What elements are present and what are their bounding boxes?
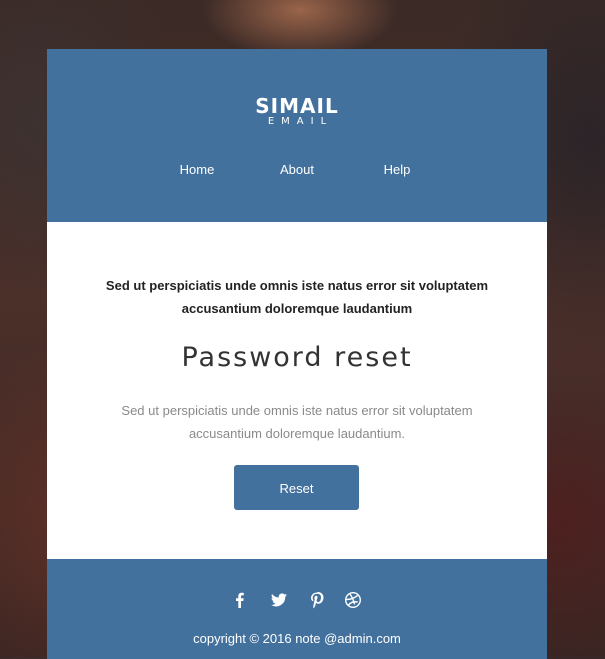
copyright-text: copyright © 2016 note @admin.com (193, 631, 401, 646)
twitter-icon[interactable] (269, 590, 289, 610)
nav-about-link[interactable]: About (257, 162, 337, 177)
description-text: Sed ut perspiciatis unde omnis iste natu… (47, 399, 547, 445)
nav-help-link[interactable]: Help (357, 162, 437, 177)
logo-sub-text: EMAIL (267, 116, 334, 127)
intro-line-1: Sed ut perspiciatis unde omnis iste natu… (105, 278, 489, 293)
email-card: SIMAIL EMAIL Home About Help Sed ut pers… (47, 49, 547, 659)
dribbble-icon[interactable] (343, 590, 363, 610)
intro-text: Sed ut perspiciatis unde omnis iste natu… (47, 274, 547, 320)
description-line-2: accusantium doloremque laudantium. (188, 426, 406, 441)
reset-button[interactable]: Reset (234, 465, 359, 510)
social-links (47, 590, 547, 610)
pinterest-icon[interactable] (307, 590, 327, 610)
intro-line-2: accusantium doloremque laudantium (181, 301, 413, 316)
top-nav: Home About Help (47, 162, 547, 182)
logo[interactable]: SIMAIL EMAIL (47, 95, 547, 127)
email-header: SIMAIL EMAIL Home About Help (47, 49, 547, 222)
email-footer: copyright © 2016 note @admin.com (47, 559, 547, 659)
page-title: Password reset (181, 342, 413, 373)
nav-home-link[interactable]: Home (157, 162, 237, 177)
logo-main-text: SIMAIL (255, 94, 339, 118)
description-line-1: Sed ut perspiciatis unde omnis iste natu… (121, 403, 473, 418)
email-content: Sed ut perspiciatis unde omnis iste natu… (47, 222, 547, 559)
facebook-icon[interactable] (230, 590, 250, 610)
